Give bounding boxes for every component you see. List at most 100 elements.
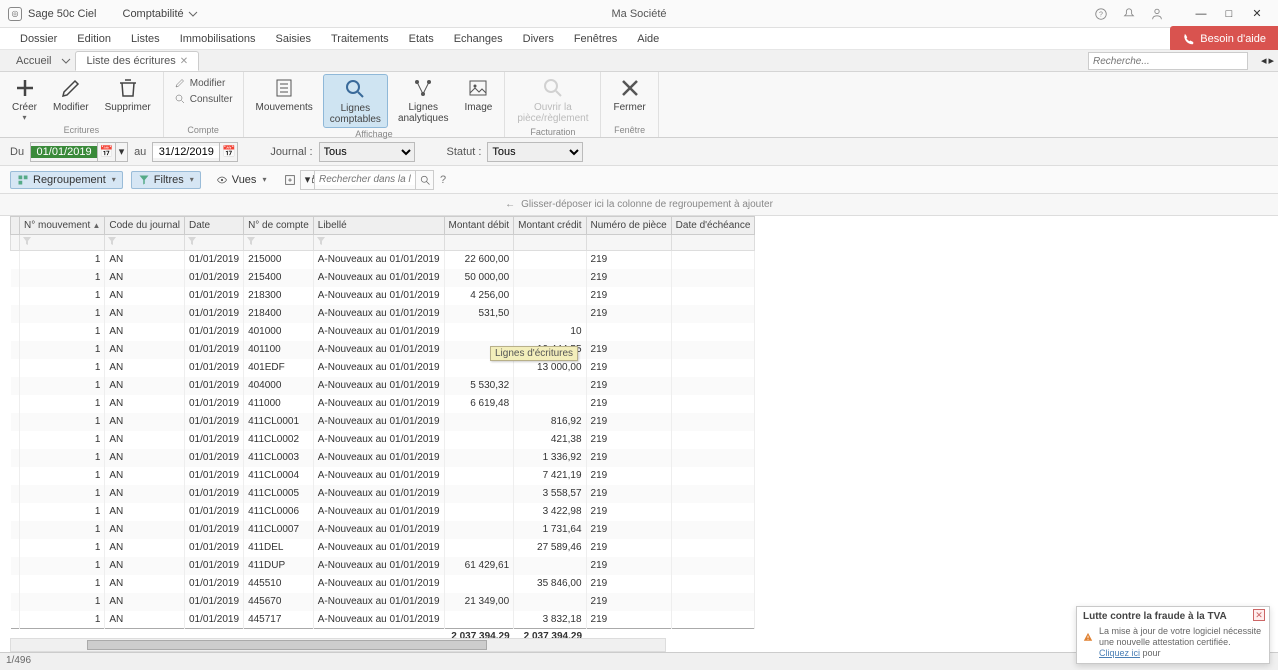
regroupement-button[interactable]: Regroupement▾ bbox=[10, 171, 123, 189]
col-select[interactable] bbox=[11, 217, 20, 235]
notification-close-button[interactable]: ✕ bbox=[1253, 609, 1265, 621]
close-button[interactable]: ✕ bbox=[1244, 4, 1270, 24]
menu-aide[interactable]: Aide bbox=[627, 33, 669, 45]
table-row[interactable]: 1AN01/01/2019411000A-Nouveaux au 01/01/2… bbox=[11, 395, 755, 413]
table-row[interactable]: 1AN01/01/2019411DELA-Nouveaux au 01/01/2… bbox=[11, 539, 755, 557]
list-help-button[interactable]: ? bbox=[440, 174, 446, 186]
search-icon[interactable] bbox=[415, 171, 433, 189]
nav-next-icon[interactable]: ▸ bbox=[1268, 54, 1274, 67]
menu-immobilisations[interactable]: Immobilisations bbox=[170, 33, 266, 45]
menu-saisies[interactable]: Saisies bbox=[266, 33, 321, 45]
menu-traitements[interactable]: Traitements bbox=[321, 33, 399, 45]
help-button[interactable]: Besoin d'aide bbox=[1170, 26, 1278, 52]
table-row[interactable]: 1AN01/01/2019218400A-Nouveaux au 01/01/2… bbox=[11, 305, 755, 323]
menu-fenetres[interactable]: Fenêtres bbox=[564, 33, 627, 45]
menu-listes[interactable]: Listes bbox=[121, 33, 170, 45]
table-row[interactable]: 1AN01/01/2019401EDFA-Nouveaux au 01/01/2… bbox=[11, 359, 755, 377]
minimize-button[interactable]: — bbox=[1188, 4, 1214, 24]
table-row[interactable]: 1AN01/01/2019411CL0007A-Nouveaux au 01/0… bbox=[11, 521, 755, 539]
table-row[interactable]: 1AN01/01/2019215400A-Nouveaux au 01/01/2… bbox=[11, 269, 755, 287]
export-icon[interactable] bbox=[281, 171, 299, 189]
global-search-input[interactable] bbox=[1088, 52, 1248, 70]
funnel-icon[interactable] bbox=[187, 236, 197, 246]
horizontal-scrollbar[interactable] bbox=[10, 638, 666, 652]
menu-etats[interactable]: Etats bbox=[399, 33, 444, 45]
table-row[interactable]: 1AN01/01/2019411CL0003A-Nouveaux au 01/0… bbox=[11, 449, 755, 467]
menu-echanges[interactable]: Echanges bbox=[444, 33, 513, 45]
group-drop-area[interactable]: ← Glisser-déposer ici la colonne de regr… bbox=[0, 194, 1278, 216]
col-compte[interactable]: N° de compte bbox=[244, 217, 314, 235]
module-dropdown[interactable]: Comptabilité bbox=[123, 8, 198, 20]
notification-icon[interactable] bbox=[1122, 7, 1136, 21]
table-row[interactable]: 1AN01/01/2019411DUPA-Nouveaux au 01/01/2… bbox=[11, 557, 755, 575]
col-debit[interactable]: Montant débit bbox=[444, 217, 514, 235]
filtres-button[interactable]: Filtres▾ bbox=[131, 171, 201, 189]
funnel-icon[interactable] bbox=[22, 236, 32, 246]
table-row[interactable]: 1AN01/01/2019445717A-Nouveaux au 01/01/2… bbox=[11, 611, 755, 629]
funnel-icon[interactable] bbox=[107, 236, 117, 246]
menu-edition[interactable]: Edition bbox=[67, 33, 121, 45]
menu-dossier[interactable]: Dossier bbox=[10, 33, 67, 45]
table-row[interactable]: 1AN01/01/2019445670A-Nouveaux au 01/01/2… bbox=[11, 593, 755, 611]
maximize-button[interactable]: □ bbox=[1216, 4, 1242, 24]
tab-liste-ecritures[interactable]: Liste des écritures ✕ bbox=[75, 51, 199, 71]
statut-select[interactable]: Tous bbox=[487, 142, 583, 162]
lignes-analytiques-button[interactable]: Lignes analytiques bbox=[392, 74, 455, 126]
table-row[interactable]: 1AN01/01/2019411CL0005A-Nouveaux au 01/0… bbox=[11, 485, 755, 503]
funnel-icon[interactable] bbox=[246, 236, 256, 246]
compte-modifier-button[interactable]: Modifier bbox=[170, 76, 237, 90]
list-search[interactable]: ▾ bbox=[300, 170, 434, 190]
tab-dropdown-icon[interactable] bbox=[61, 56, 71, 66]
col-piece[interactable]: Numéro de pièce bbox=[586, 217, 671, 235]
table-row[interactable]: 1AN01/01/2019401000A-Nouveaux au 01/01/2… bbox=[11, 323, 755, 341]
col-mouvement[interactable]: N° mouvement bbox=[20, 217, 105, 235]
supprimer-button[interactable]: Supprimer bbox=[99, 74, 157, 115]
mouvements-button[interactable]: Mouvements bbox=[250, 74, 319, 115]
global-search[interactable] bbox=[1088, 52, 1248, 70]
col-date[interactable]: Date bbox=[185, 217, 244, 235]
date-dropdown-icon[interactable]: ▾ bbox=[115, 143, 127, 161]
scrollbar-thumb[interactable] bbox=[87, 640, 487, 650]
lignes-comptables-button[interactable]: Lignes comptables bbox=[323, 74, 388, 128]
table-row[interactable]: 1AN01/01/2019445510A-Nouveaux au 01/01/2… bbox=[11, 575, 755, 593]
tab-close-icon[interactable]: ✕ bbox=[180, 56, 188, 67]
date-to-input[interactable] bbox=[153, 146, 219, 158]
help-icon[interactable]: ? bbox=[1094, 7, 1108, 21]
filter-row[interactable] bbox=[11, 235, 755, 251]
table-row[interactable]: 1AN01/01/2019218300A-Nouveaux au 01/01/2… bbox=[11, 287, 755, 305]
vues-button[interactable]: Vues▾ bbox=[209, 171, 274, 189]
table-row[interactable]: 1AN01/01/2019401100A-Nouveaux au 01/01/2… bbox=[11, 341, 755, 359]
list-search-input[interactable] bbox=[315, 174, 415, 185]
fermer-button[interactable]: Fermer bbox=[607, 74, 651, 115]
tab-accueil[interactable]: Accueil bbox=[6, 52, 61, 70]
user-icon[interactable] bbox=[1150, 7, 1164, 21]
table-row[interactable]: 1AN01/01/2019411CL0004A-Nouveaux au 01/0… bbox=[11, 467, 755, 485]
creer-button[interactable]: Créer ▾ bbox=[6, 74, 43, 124]
table-row[interactable]: 1AN01/01/2019411CL0006A-Nouveaux au 01/0… bbox=[11, 503, 755, 521]
calendar-icon[interactable]: 📅 bbox=[219, 143, 237, 161]
modifier-button[interactable]: Modifier bbox=[47, 74, 95, 115]
menu-divers[interactable]: Divers bbox=[513, 33, 564, 45]
compte-consulter-button[interactable]: Consulter bbox=[170, 92, 237, 106]
date-from-input[interactable] bbox=[31, 146, 97, 158]
nav-prev-icon[interactable]: ◂ bbox=[1261, 54, 1267, 67]
group-icon bbox=[17, 174, 29, 186]
journal-select[interactable]: Tous bbox=[319, 142, 415, 162]
col-credit[interactable]: Montant crédit bbox=[514, 217, 586, 235]
image-button[interactable]: Image bbox=[459, 74, 499, 115]
table-row[interactable]: 1AN01/01/2019411CL0002A-Nouveaux au 01/0… bbox=[11, 431, 755, 449]
col-libelle[interactable]: Libellé bbox=[313, 217, 444, 235]
date-to-picker[interactable]: 📅 bbox=[152, 142, 238, 162]
date-from-picker[interactable]: 📅 ▾ bbox=[30, 142, 128, 162]
table-row[interactable]: 1AN01/01/2019411CL0001A-Nouveaux au 01/0… bbox=[11, 413, 755, 431]
tooltip: Lignes d'écritures bbox=[490, 346, 578, 361]
col-journal[interactable]: Code du journal bbox=[105, 217, 185, 235]
table-row[interactable]: 1AN01/01/2019404000A-Nouveaux au 01/01/2… bbox=[11, 377, 755, 395]
search-mode-dropdown[interactable]: ▾ bbox=[301, 171, 315, 189]
app-name: Sage 50c Ciel bbox=[28, 8, 97, 20]
funnel-icon[interactable] bbox=[316, 236, 326, 246]
calendar-icon[interactable]: 📅 bbox=[97, 143, 115, 161]
col-echeance[interactable]: Date d'échéance bbox=[671, 217, 755, 235]
table-row[interactable]: 1AN01/01/2019215000A-Nouveaux au 01/01/2… bbox=[11, 251, 755, 269]
notification-link[interactable]: Cliquez ici bbox=[1099, 648, 1140, 658]
